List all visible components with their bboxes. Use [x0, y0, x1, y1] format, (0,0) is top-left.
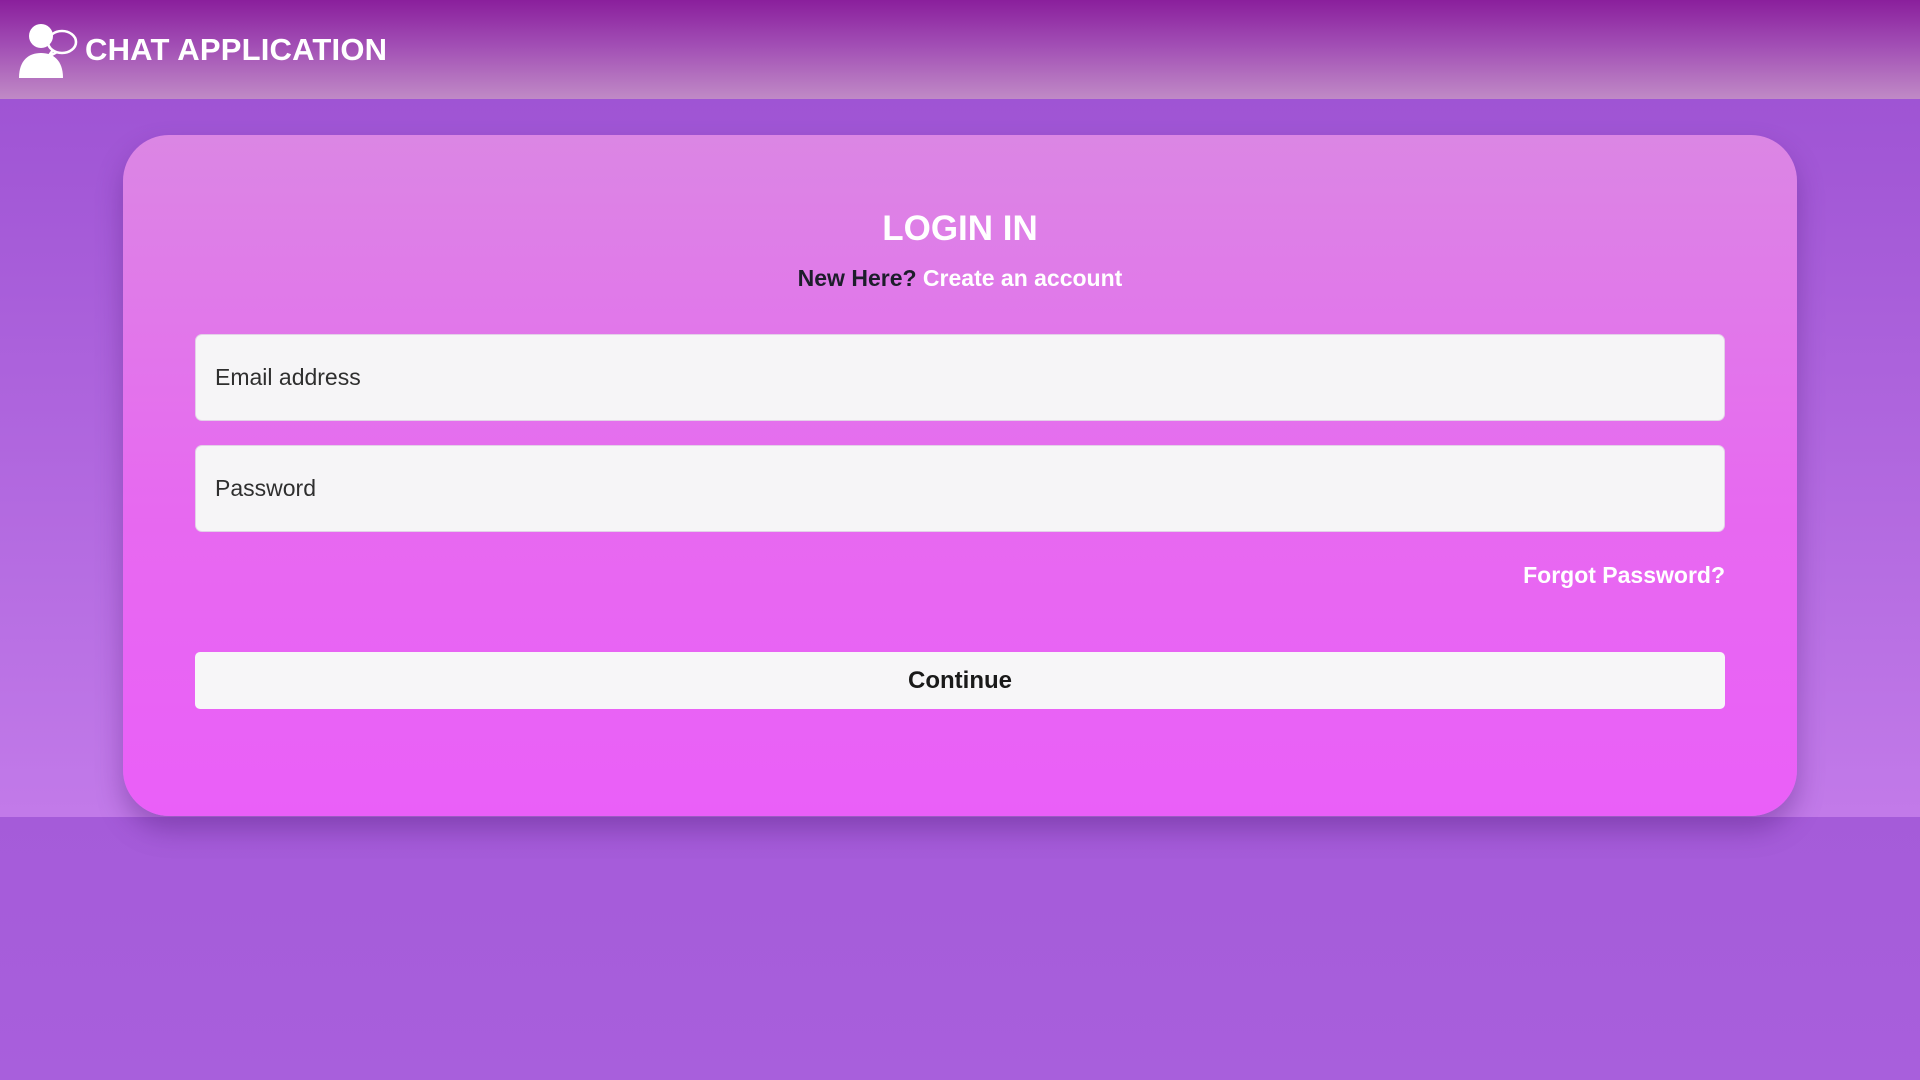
signup-prompt: New Here? Create an account	[123, 265, 1797, 292]
top-bar: CHAT APPLICATION	[0, 0, 1920, 99]
login-card: LOGIN IN New Here? Create an account For…	[123, 135, 1797, 816]
forgot-password-link[interactable]: Forgot Password?	[1523, 562, 1725, 589]
app-title: CHAT APPLICATION	[85, 31, 388, 67]
login-heading: LOGIN IN	[882, 209, 1038, 248]
new-here-label: New Here?	[797, 265, 917, 291]
create-account-link[interactable]: Create an account	[923, 265, 1122, 291]
user-chat-bubble-icon	[19, 23, 78, 78]
continue-button[interactable]: Continue	[195, 652, 1725, 709]
email-field[interactable]	[195, 334, 1725, 421]
password-field[interactable]	[195, 445, 1725, 532]
